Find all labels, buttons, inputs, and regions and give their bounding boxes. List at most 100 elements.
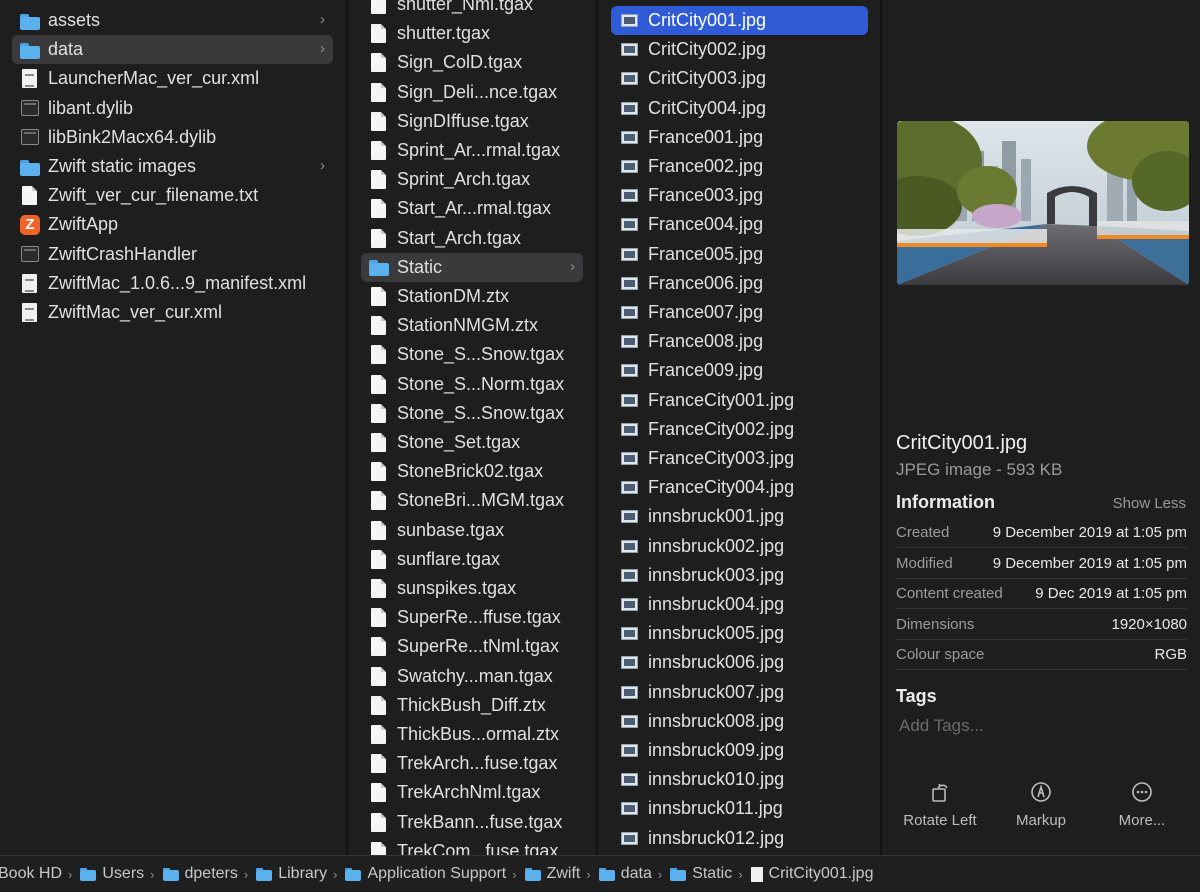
folder-row[interactable]: assets ›: [12, 6, 333, 35]
item-name: France009.jpg: [648, 360, 764, 381]
breadcrumb-item[interactable]: Library: [256, 865, 327, 883]
file-row[interactable]: StationNMGM.ztx: [361, 311, 583, 340]
column-static[interactable]: CritCity001.jpg CritCity002.jpg CritCity00…: [598, 0, 880, 855]
file-row[interactable]: ZwiftMac_1.0.6...9_manifest.xml: [12, 269, 333, 298]
file-row[interactable]: Sign_Deli...nce.tgax: [361, 78, 583, 107]
breadcrumb-item[interactable]: Zwift: [524, 865, 580, 883]
file-row[interactable]: libant.dylib: [12, 94, 333, 123]
file-row[interactable]: SignDIffuse.tgax: [361, 107, 583, 136]
item-name: innsbruck005.jpg: [648, 623, 785, 644]
breadcrumb-item[interactable]: dpeters: [162, 865, 238, 883]
file-row[interactable]: innsbruck002.jpg: [611, 532, 868, 561]
file-row[interactable]: CritCity004.jpg: [611, 94, 868, 123]
file-row[interactable]: StationDM.ztx: [361, 282, 583, 311]
chevron-right-icon: ›: [333, 866, 338, 882]
file-row[interactable]: Sign_ColD.tgax: [361, 48, 583, 77]
file-row[interactable]: innsbruck008.jpg: [611, 707, 868, 736]
file-row[interactable]: Sprint_Arch.tgax: [361, 165, 583, 194]
file-row[interactable]: innsbruck007.jpg: [611, 678, 868, 707]
file-row[interactable]: ZwiftCrashHandler: [12, 240, 333, 269]
file-row[interactable]: France002.jpg: [611, 152, 868, 181]
file-row[interactable]: Start_Arch.tgax: [361, 224, 583, 253]
file-row[interactable]: innsbruck004.jpg: [611, 590, 868, 619]
file-row[interactable]: SuperRe...tNml.tgax: [361, 632, 583, 661]
file-row[interactable]: Start_Ar...rmal.tgax: [361, 194, 583, 223]
breadcrumb-item[interactable]: Users: [80, 865, 144, 883]
file-row[interactable]: sunflare.tgax: [361, 545, 583, 574]
file-row[interactable]: France006.jpg: [611, 269, 868, 298]
file-row[interactable]: innsbruck003.jpg: [611, 561, 868, 590]
file-row[interactable]: StoneBri...MGM.tgax: [361, 486, 583, 515]
preview-thumbnail[interactable]: [897, 121, 1189, 285]
file-row[interactable]: Stone_Set.tgax: [361, 428, 583, 457]
show-less-button[interactable]: Show Less: [1113, 495, 1186, 512]
info-row: Content created 9 Dec 2019 at 1:05 pm: [896, 579, 1187, 610]
file-row[interactable]: shutter.tgax: [361, 19, 583, 48]
file-row[interactable]: France009.jpg: [611, 356, 868, 385]
file-row[interactable]: ThickBush_Diff.ztx: [361, 691, 583, 720]
file-row[interactable]: CritCity003.jpg: [611, 64, 868, 93]
image-file-icon: [621, 714, 638, 728]
column-data[interactable]: shutter_Nml.tgax shutter.tgax Sign_ColD.tg…: [348, 0, 596, 855]
file-row[interactable]: Zwift_ver_cur_filename.txt: [12, 181, 333, 210]
file-row[interactable]: Swatchy...man.tgax: [361, 662, 583, 691]
file-row[interactable]: France001.jpg: [611, 123, 868, 152]
image-file-icon: [621, 773, 638, 787]
file-row[interactable]: France003.jpg: [611, 181, 868, 210]
file-row[interactable]: innsbruck006.jpg: [611, 648, 868, 677]
file-row[interactable]: innsbruck011.jpg: [611, 794, 868, 823]
rotate-left-button[interactable]: Rotate Left: [895, 780, 985, 830]
more-button[interactable]: More...: [1097, 780, 1187, 830]
file-row[interactable]: sunspikes.tgax: [361, 574, 583, 603]
markup-button[interactable]: Markup: [996, 780, 1086, 830]
file-row[interactable]: innsbruck012.jpg: [611, 824, 868, 853]
breadcrumb-item[interactable]: Static: [670, 865, 732, 883]
file-row[interactable]: France008.jpg: [611, 327, 868, 356]
file-row[interactable]: France004.jpg: [611, 210, 868, 239]
file-row[interactable]: France007.jpg: [611, 298, 868, 327]
file-row[interactable]: CritCity002.jpg: [611, 35, 868, 64]
file-row[interactable]: innsbruck009.jpg: [611, 736, 868, 765]
file-row[interactable]: SuperRe...ffuse.tgax: [361, 603, 583, 632]
file-row[interactable]: FranceCity004.jpg: [611, 473, 868, 502]
file-row[interactable]: TrekCom...fuse.tgax: [361, 837, 583, 855]
file-row[interactable]: FranceCity001.jpg: [611, 386, 868, 415]
file-row[interactable]: Stone_S...Norm.tgax: [361, 370, 583, 399]
info-row: Dimensions 1920×1080: [896, 610, 1187, 640]
breadcrumb-item[interactable]: CritCity001.jpg: [750, 865, 873, 883]
file-row[interactable]: ZwiftMac_ver_cur.xml: [12, 298, 333, 327]
file-row[interactable]: innsbruck010.jpg: [611, 765, 868, 794]
file-row[interactable]: StoneBrick02.tgax: [361, 457, 583, 486]
folder-icon: [80, 867, 97, 881]
add-tags-field[interactable]: Add Tags...: [899, 716, 984, 736]
markup-label: Markup: [1015, 812, 1067, 829]
breadcrumb-label: dpeters: [184, 865, 238, 882]
file-row[interactable]: ThickBus...ormal.ztx: [361, 720, 583, 749]
column-parent[interactable]: assets › data › LauncherMac_ver_cur.xml liban…: [0, 0, 346, 855]
file-row[interactable]: shutter_Nml.tgax: [361, 0, 583, 19]
file-row[interactable]: France005.jpg: [611, 240, 868, 269]
file-row[interactable]: CritCity001.jpg: [611, 6, 868, 35]
file-row[interactable]: Sprint_Ar...rmal.tgax: [361, 136, 583, 165]
breadcrumb-item[interactable]: Application Support: [345, 865, 506, 883]
file-row[interactable]: TrekArch...fuse.tgax: [361, 749, 583, 778]
file-row[interactable]: TrekArchNml.tgax: [361, 778, 583, 807]
file-row[interactable]: FranceCity002.jpg: [611, 415, 868, 444]
file-row[interactable]: Stone_S...Snow.tgax: [361, 340, 583, 369]
breadcrumb-item[interactable]: Book HD: [0, 865, 62, 883]
file-row[interactable]: sunbase.tgax: [361, 516, 583, 545]
folder-row[interactable]: Static ›: [361, 252, 583, 282]
file-row[interactable]: LauncherMac_ver_cur.xml: [12, 64, 333, 93]
file-row[interactable]: TrekBann...fuse.tgax: [361, 808, 583, 837]
breadcrumb-item[interactable]: data: [598, 865, 652, 883]
file-row[interactable]: Z ZwiftApp: [12, 210, 333, 239]
file-row[interactable]: innsbruck001.jpg: [611, 502, 868, 531]
file-row[interactable]: innsbruck005.jpg: [611, 619, 868, 648]
folder-row[interactable]: data ›: [12, 35, 333, 65]
item-name: innsbruck012.jpg: [648, 827, 785, 848]
file-row[interactable]: Stone_S...Snow.tgax: [361, 399, 583, 428]
file-row[interactable]: FranceCity003.jpg: [611, 444, 868, 473]
folder-row[interactable]: Zwift static images ›: [12, 152, 333, 181]
file-row[interactable]: libBink2Macx64.dylib: [12, 123, 333, 152]
breadcrumb-label: Application Support: [367, 865, 507, 882]
